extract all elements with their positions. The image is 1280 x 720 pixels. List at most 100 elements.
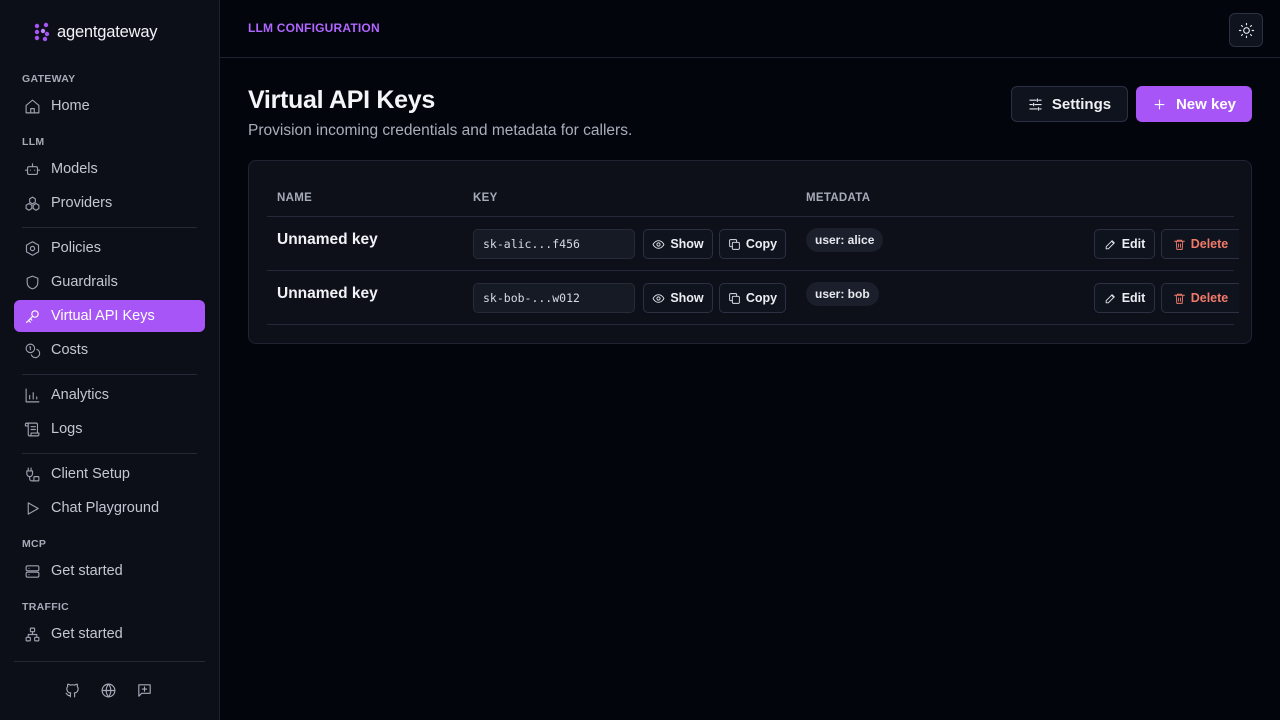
sidebar-item-label: Get started [51, 626, 123, 642]
show-button-label: Show [670, 237, 704, 251]
sliders-icon [1029, 97, 1042, 111]
sidebar-item-providers[interactable]: Providers [14, 187, 205, 219]
sidebar-item-label: Guardrails [51, 274, 118, 290]
edit-key-button[interactable]: Edit [1094, 229, 1155, 259]
brand-logo[interactable]: agentgateway [33, 22, 158, 42]
section-label-llm: LLM [22, 136, 45, 148]
masked-key: sk-alic...f456 [473, 229, 635, 259]
hexagon-icon [23, 239, 41, 257]
sidebar-item-logs[interactable]: Logs [14, 413, 205, 445]
sidebar-item-label: Home [51, 98, 90, 114]
trash-icon [1173, 239, 1185, 250]
page-subtitle: Provision incoming credentials and metad… [248, 122, 633, 139]
key-name: Unnamed key [277, 231, 378, 248]
sidebar-item-label: Client Setup [51, 466, 130, 482]
copy-button-label: Copy [745, 237, 778, 251]
sidebar-item-label: Get started [51, 563, 123, 579]
server-icon [23, 562, 41, 580]
sidebar-item-analytics[interactable]: Analytics [14, 379, 205, 411]
sidebar-item-label: Virtual API Keys [51, 308, 155, 324]
page-title: Virtual API Keys [248, 86, 435, 114]
topbar: LLM CONFIGURATION [220, 0, 1280, 58]
sidebar-item-label: Analytics [51, 387, 110, 403]
sidebar-item-label: Models [51, 161, 98, 177]
metadata-badge: user: alice [806, 228, 884, 252]
delete-key-button[interactable]: Delete [1161, 229, 1239, 259]
scroll-icon [23, 420, 41, 438]
plug-icon [23, 465, 41, 483]
show-key-button[interactable]: Show [643, 229, 713, 259]
section-label-traffic: TRAFFIC [22, 601, 70, 613]
coins-icon [23, 341, 41, 359]
section-label-mcp: MCP [22, 538, 47, 550]
trash-icon [1173, 293, 1185, 304]
sidebar-item-label: Providers [51, 195, 113, 211]
key-name: Unnamed key [277, 285, 378, 302]
sidebar-item-virtual-api-keys[interactable]: Virtual API Keys [14, 300, 205, 332]
show-button-label: Show [670, 291, 704, 305]
sun-icon [1238, 22, 1254, 38]
keys-table: NAME KEY METADATA Unnamed key sk-alic...… [248, 160, 1252, 344]
masked-key: sk-bob-...w012 [473, 283, 635, 313]
sidebar: agentgateway GATEWAY Home LLM Models Pro… [0, 0, 220, 720]
github-icon[interactable] [63, 681, 81, 699]
sidebar-item-mcp-get-started[interactable]: Get started [14, 555, 205, 587]
network-icon [23, 625, 41, 643]
breadcrumb: LLM CONFIGURATION [248, 21, 380, 35]
eye-icon [652, 239, 665, 249]
sidebar-footer [63, 681, 153, 699]
delete-button-label: Delete [1190, 237, 1229, 251]
globe-icon[interactable] [99, 681, 117, 699]
section-label-gateway: GATEWAY [22, 73, 76, 85]
table-row: Unnamed key sk-alic...f456 Show Copy use… [249, 217, 1253, 271]
copy-icon [729, 292, 740, 304]
sidebar-item-models[interactable]: Models [14, 153, 205, 185]
copy-key-button[interactable]: Copy [719, 283, 786, 313]
sidebar-item-label: Costs [51, 342, 89, 358]
theme-toggle-button[interactable] [1229, 13, 1263, 47]
sidebar-divider [22, 453, 197, 454]
edit-button-label: Edit [1121, 291, 1146, 305]
column-header-name: NAME [277, 192, 313, 204]
settings-button[interactable]: Settings [1011, 86, 1128, 122]
robot-icon [23, 160, 41, 178]
shield-icon [23, 273, 41, 291]
column-header-key: KEY [473, 192, 498, 204]
sidebar-item-home[interactable]: Home [14, 90, 205, 122]
pencil-icon [1105, 293, 1115, 303]
brand-name: agentgateway [57, 22, 158, 41]
delete-key-button[interactable]: Delete [1161, 283, 1239, 313]
table-row: Unnamed key sk-bob-...w012 Show Copy use… [249, 271, 1253, 325]
sidebar-item-label: Chat Playground [51, 500, 160, 516]
feedback-icon[interactable] [135, 681, 153, 699]
sidebar-item-label: Logs [51, 421, 83, 437]
metadata-badge: user: bob [806, 282, 879, 306]
plus-icon [1154, 99, 1165, 109]
eye-icon [652, 293, 665, 303]
copy-button-label: Copy [745, 291, 778, 305]
bar-chart-icon [23, 386, 41, 404]
sidebar-item-chat-playground[interactable]: Chat Playground [14, 492, 205, 524]
play-icon [23, 499, 41, 517]
key-icon [23, 307, 41, 325]
copy-icon [729, 238, 740, 250]
sidebar-item-guardrails[interactable]: Guardrails [14, 266, 205, 298]
home-icon [23, 97, 41, 115]
sidebar-item-label: Policies [51, 240, 101, 256]
sidebar-footer-divider [14, 661, 205, 662]
cubes-icon [23, 194, 41, 212]
sidebar-item-traffic-get-started[interactable]: Get started [14, 618, 205, 650]
table-divider [267, 324, 1234, 325]
agentgateway-logo-icon [34, 22, 50, 42]
edit-button-label: Edit [1121, 237, 1146, 251]
sidebar-item-policies[interactable]: Policies [14, 232, 205, 264]
sidebar-item-client-setup[interactable]: Client Setup [14, 458, 205, 490]
show-key-button[interactable]: Show [643, 283, 713, 313]
new-key-button-label: New key [1175, 95, 1237, 113]
pencil-icon [1105, 239, 1115, 249]
column-header-metadata: METADATA [806, 192, 871, 204]
new-key-button[interactable]: New key [1136, 86, 1252, 122]
edit-key-button[interactable]: Edit [1094, 283, 1155, 313]
copy-key-button[interactable]: Copy [719, 229, 786, 259]
sidebar-item-costs[interactable]: Costs [14, 334, 205, 366]
